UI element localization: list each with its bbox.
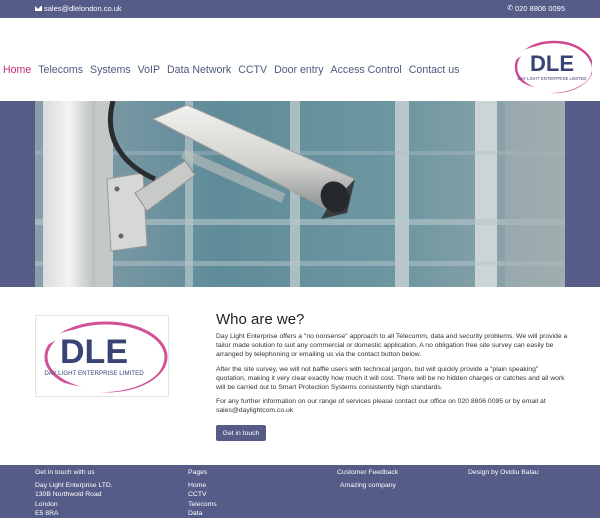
footer-contact-heading: Get in touch with us — [35, 469, 95, 476]
about-logo-mark: DLE — [60, 333, 128, 371]
header-logo-mark: DLE — [530, 51, 574, 76]
nav-item-contact-us[interactable]: Contact us — [409, 64, 460, 76]
footer-credit-text: Design by Ovidiu Balau — [468, 469, 539, 476]
about-paragraph-1: Day Light Enterprise offers a "no nonsen… — [216, 333, 568, 359]
about-section: Who are we? Day Light Enterprise offers … — [216, 311, 568, 421]
nav-item-data-network[interactable]: Data Network — [167, 64, 231, 76]
nav-item-cctv[interactable]: CCTV — [238, 64, 267, 76]
about-paragraph-3: For any further information on our range… — [216, 398, 546, 415]
nav-item-door-entry[interactable]: Door entry — [274, 64, 323, 76]
footer-contact: Get in touch with us Day Light Enterpris… — [35, 468, 113, 518]
nav-item-access-control[interactable]: Access Control — [331, 64, 402, 76]
header-logo[interactable]: DLE DAY LIGHT ENTERPRISE LIMITED — [512, 38, 592, 96]
footer-feedback-heading: Customer Feedback — [337, 469, 399, 476]
hero-banner — [0, 101, 600, 287]
top-phone-text: 020 8806 0095 — [514, 4, 565, 13]
footer-feedback: Customer Feedback Amazing company — [337, 468, 398, 490]
nav-item-voip[interactable]: VoIP — [138, 64, 160, 76]
top-phone-link[interactable]: ✆ 020 8806 0095 — [507, 4, 565, 13]
footer: Get in touch with us Day Light Enterpris… — [0, 465, 600, 518]
footer-contact-line: 130B Northwold Road — [35, 491, 102, 498]
nav-item-systems[interactable]: Systems — [90, 64, 131, 76]
footer-pages: Pages Home CCTV Telecoms Data — [188, 468, 217, 518]
footer-contact-line: E5 8RA — [35, 510, 59, 517]
about-logo-tagline: DAY LIGHT ENTERPRISE LIMITED — [44, 370, 144, 377]
top-bar: sales@dlelondon.co.uk ✆ 020 8806 0095 — [0, 0, 600, 18]
top-email-link[interactable]: sales@dlelondon.co.uk — [35, 4, 122, 13]
cctv-camera-image — [35, 101, 565, 287]
footer-credit: Design by Ovidiu Balau — [468, 468, 539, 481]
nav-menu: Home Telecoms Systems VoIP Data Network … — [3, 64, 466, 76]
footer-contact-line: Day Light Enterprise LTD. — [35, 481, 113, 489]
footer-contact-line: London — [35, 500, 58, 508]
envelope-icon — [35, 6, 42, 11]
footer-link-home[interactable]: Home — [188, 481, 217, 491]
footer-pages-heading: Pages — [188, 469, 208, 476]
footer-link-cctv[interactable]: CCTV — [188, 490, 217, 500]
top-email-text: sales@dlelondon.co.uk — [44, 4, 122, 13]
about-title: Who are we? — [216, 311, 305, 328]
about-paragraph-2: After the site survey, we will not baffl… — [216, 365, 565, 392]
header-logo-tagline: DAY LIGHT ENTERPRISE LIMITED — [517, 76, 586, 81]
nav-item-home[interactable]: Home — [3, 64, 31, 76]
footer-link-data[interactable]: Data — [188, 509, 217, 518]
phone-icon: ✆ — [507, 5, 513, 12]
main-navigation: Home Telecoms Systems VoIP Data Network … — [0, 18, 600, 101]
footer-link-telecoms[interactable]: Telecoms — [188, 500, 217, 510]
get-in-touch-button[interactable]: Get in touch — [216, 425, 266, 441]
footer-feedback-quote: Amazing company — [340, 481, 396, 489]
about-logo: DLE DAY LIGHT ENTERPRISE LIMITED — [32, 315, 169, 397]
nav-item-telecoms[interactable]: Telecoms — [38, 64, 83, 76]
